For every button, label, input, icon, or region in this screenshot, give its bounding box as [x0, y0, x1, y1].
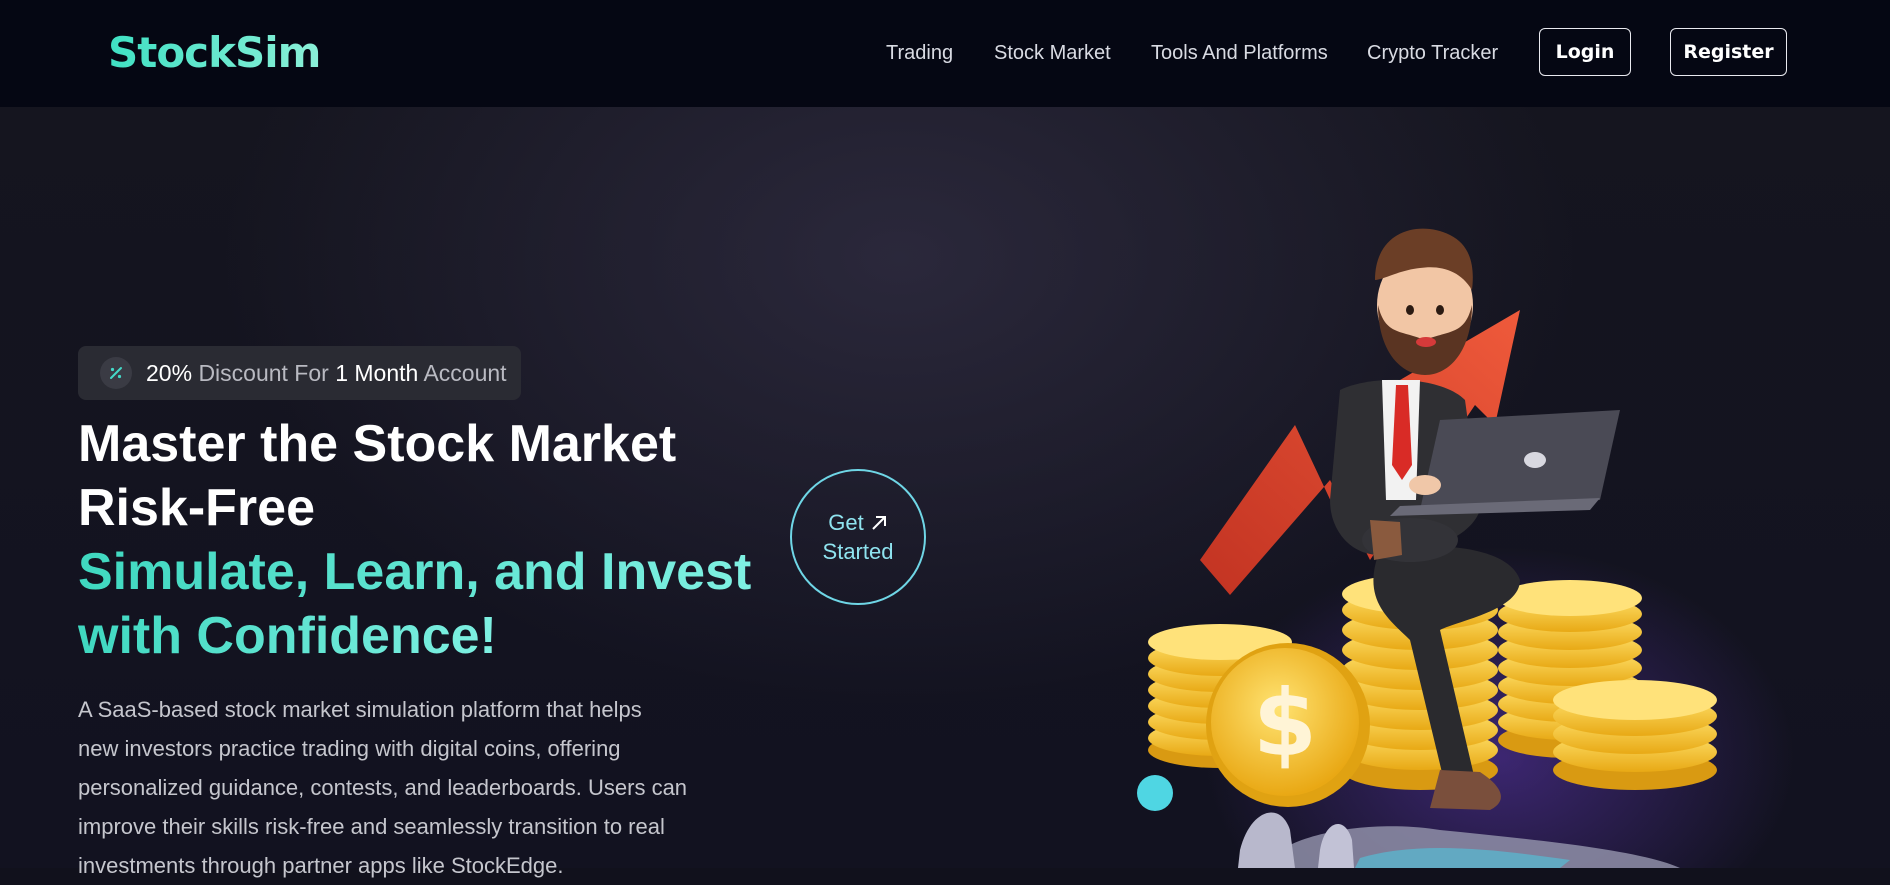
login-button[interactable]: Login [1539, 28, 1631, 76]
nav-link-stock-market[interactable]: Stock Market [994, 42, 1111, 65]
hero-headline: Master the Stock Market Risk-Free Simula… [78, 412, 798, 668]
dollar-coin-icon: $ [1206, 643, 1370, 807]
nav-link-crypto-tracker[interactable]: Crypto Tracker [1367, 42, 1498, 65]
logo[interactable]: StockSim [108, 28, 321, 77]
percent-icon [100, 357, 132, 389]
arrow-up-right-icon [872, 515, 886, 530]
teal-orb [1137, 775, 1173, 811]
discount-duration: 1 Month [335, 359, 419, 386]
discount-badge: 20% Discount For 1 Month Account [78, 346, 521, 400]
robot-hand-platform [1238, 812, 1680, 868]
headline-line-3: Simulate, Learn, and Invest [78, 543, 752, 601]
cta-label-started: Started [822, 539, 894, 564]
get-started-button[interactable]: Get Started [790, 469, 926, 605]
headline-line-2: Risk-Free [78, 479, 315, 537]
register-button[interactable]: Register [1670, 28, 1787, 76]
hero-description: A SaaS-based stock market simulation pla… [78, 697, 688, 878]
headline-line-1: Master the Stock Market [78, 415, 677, 473]
hero-illustration: $ [1137, 228, 1717, 868]
headline-line-4: with Confidence! [78, 607, 497, 665]
discount-text: 20% Discount For 1 Month Account [146, 360, 507, 387]
svg-text:$: $ [1253, 670, 1317, 777]
nav-link-trading[interactable]: Trading [886, 42, 953, 65]
discount-account: Account [423, 359, 507, 386]
cta-label-get: Get [828, 510, 864, 535]
discount-label: Discount For [198, 359, 329, 386]
navbar: StockSim Trading Stock Market Tools And … [0, 0, 1890, 107]
nav-link-tools-and-platforms[interactable]: Tools And Platforms [1151, 42, 1328, 65]
discount-percent: 20% [146, 359, 193, 386]
